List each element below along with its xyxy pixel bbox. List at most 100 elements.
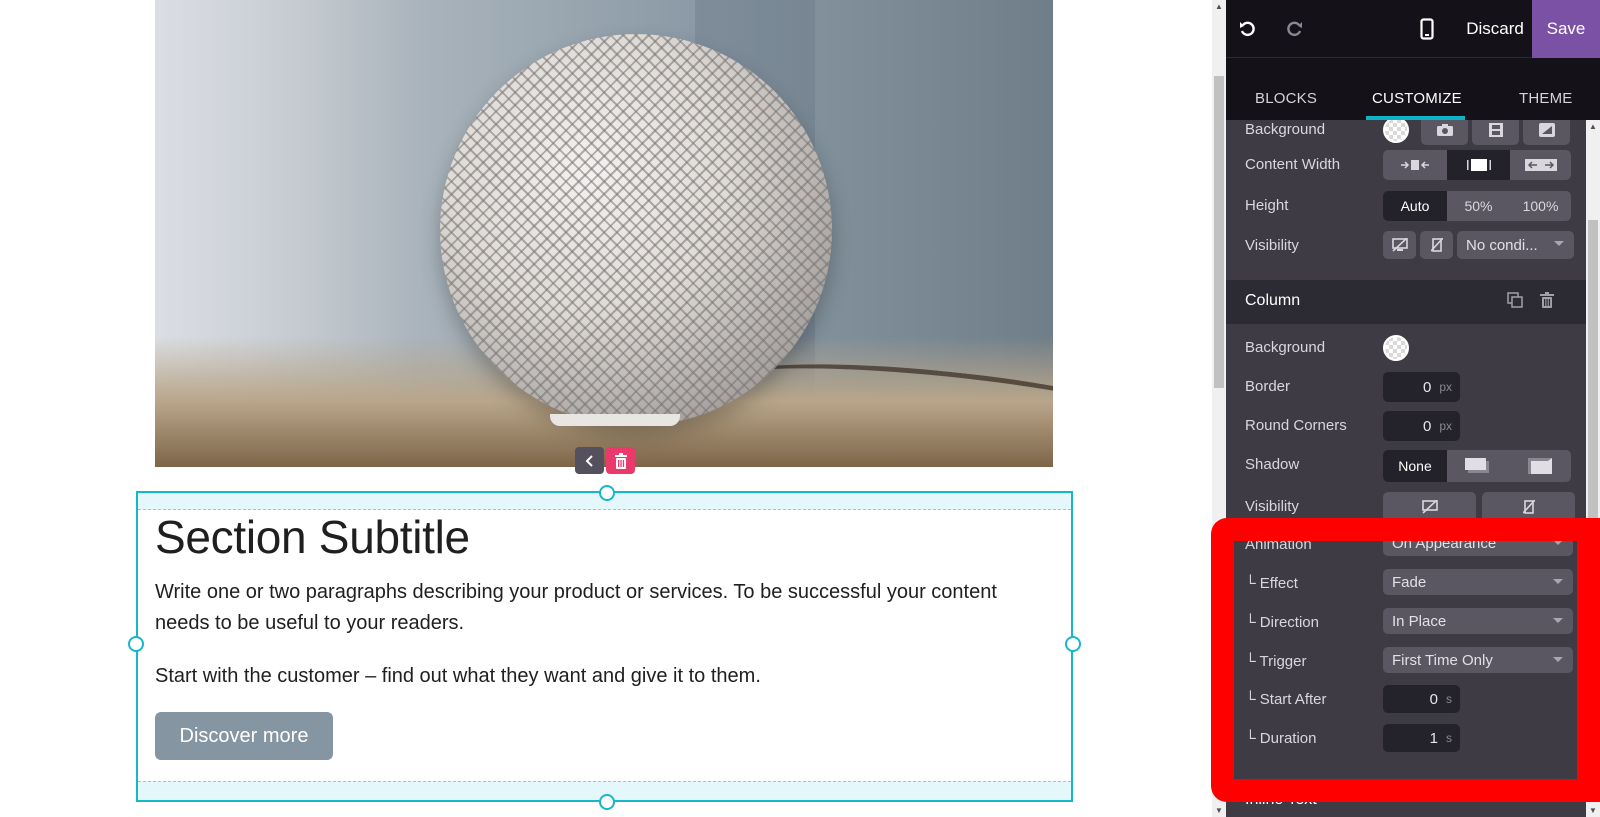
option-label: Animation	[1245, 536, 1312, 553]
panel-tabs: BLOCKS CUSTOMIZE THEME	[1226, 58, 1600, 120]
option-label: └ Duration	[1245, 730, 1317, 747]
tab-theme[interactable]: THEME	[1519, 90, 1573, 107]
delete-column-button[interactable]	[1540, 292, 1554, 313]
section-title[interactable]: Section Subtitle	[155, 510, 470, 564]
section-paragraph-1[interactable]: Write one or two paragraphs describing y…	[155, 577, 1035, 639]
input-unit: s	[1446, 692, 1452, 706]
resize-handle-right[interactable]	[1065, 636, 1081, 652]
options-list: Background Content Width Height Auto 50%…	[1226, 120, 1586, 817]
hide-desktop-button[interactable]	[1383, 231, 1416, 259]
option-label: Shadow	[1245, 456, 1300, 473]
chevron-left-icon	[585, 454, 593, 467]
option-duration: └ Duration 1 s	[1226, 722, 1586, 756]
page-scrollbar[interactable]: ▲ ▼	[1212, 0, 1226, 817]
page-scrollbar-thumb[interactable]	[1214, 76, 1224, 388]
option-direction: └ Direction In Place	[1226, 606, 1586, 640]
option-label: Background	[1245, 121, 1326, 138]
scroll-down-arrow-icon[interactable]: ▼	[1215, 806, 1223, 815]
resize-handle-top[interactable]	[599, 485, 615, 501]
column-color-swatch[interactable]	[1383, 335, 1409, 361]
mobile-hidden-icon	[1522, 500, 1535, 514]
column-title: Column	[1245, 292, 1301, 309]
option-label: └ Effect	[1245, 575, 1298, 592]
height-auto-option[interactable]: Auto	[1383, 191, 1447, 221]
editor-topbar: Discard Save	[1226, 0, 1600, 58]
background-image-button[interactable]	[1421, 120, 1468, 145]
shadow-toggle: None	[1383, 450, 1571, 482]
shadow-none-option[interactable]: None	[1383, 450, 1447, 482]
duration-input[interactable]: 1 s	[1383, 724, 1460, 752]
background-gradient-button[interactable]	[1523, 120, 1570, 145]
background-color-swatch[interactable]	[1383, 120, 1409, 143]
border-width-input[interactable]: 0 px	[1383, 372, 1460, 402]
column-hide-desktop-button[interactable]	[1383, 492, 1476, 522]
option-shadow: Shadow None	[1226, 448, 1586, 482]
tab-blocks[interactable]: BLOCKS	[1255, 90, 1317, 107]
column-hide-mobile-button[interactable]	[1482, 492, 1575, 522]
start-after-input[interactable]: 0 s	[1383, 685, 1460, 713]
background-video-button[interactable]	[1472, 120, 1519, 145]
caret-down-icon	[1553, 540, 1563, 545]
content-width-toggle	[1383, 150, 1571, 180]
visibility-condition-select[interactable]: No condi...	[1457, 231, 1574, 259]
option-column-visibility: Visibility	[1226, 490, 1586, 524]
animation-select[interactable]: On Appearance	[1383, 530, 1573, 556]
option-label: Background	[1245, 339, 1326, 356]
width-regular-option[interactable]	[1447, 150, 1510, 180]
undo-button[interactable]	[1233, 14, 1263, 44]
save-button[interactable]: Save	[1532, 0, 1600, 58]
option-label: └ Start After	[1245, 691, 1327, 708]
option-effect: └ Effect Fade	[1226, 567, 1586, 601]
round-corners-input[interactable]: 0 px	[1383, 411, 1460, 441]
tab-customize[interactable]: CUSTOMIZE	[1372, 90, 1462, 107]
panel-scrollbar-thumb[interactable]	[1588, 220, 1598, 605]
mobile-preview-button[interactable]	[1412, 14, 1442, 44]
option-label: └ Trigger	[1245, 653, 1307, 670]
effect-select[interactable]: Fade	[1383, 569, 1573, 595]
move-left-button[interactable]	[575, 447, 604, 474]
caret-down-icon	[1553, 618, 1563, 623]
direction-select[interactable]: In Place	[1383, 608, 1573, 634]
camera-icon	[1436, 124, 1453, 136]
shadow-inset-option[interactable]	[1509, 450, 1571, 482]
height-50-option[interactable]: 50%	[1447, 191, 1510, 221]
image-speaker	[440, 34, 832, 426]
select-value: In Place	[1392, 612, 1447, 630]
panel-scrollbar[interactable]: ▲ ▼	[1586, 120, 1600, 817]
input-unit: px	[1439, 419, 1452, 433]
column-visibility-controls	[1383, 492, 1575, 522]
input-value: 0	[1422, 378, 1432, 396]
editor-panel: Discard Save BLOCKS CUSTOMIZE THEME Back…	[1226, 0, 1600, 817]
option-label: Border	[1245, 378, 1291, 395]
option-label: Content Width	[1245, 156, 1341, 173]
redo-icon	[1287, 21, 1302, 37]
option-section-background: Background	[1226, 120, 1586, 147]
caret-down-icon	[1553, 579, 1563, 584]
duplicate-icon	[1507, 292, 1523, 308]
inline-text-section-header[interactable]: Inline Text	[1245, 791, 1317, 809]
hide-mobile-button[interactable]	[1420, 231, 1453, 259]
option-start-after: └ Start After 0 s	[1226, 683, 1586, 717]
trigger-select[interactable]: First Time Only	[1383, 647, 1573, 673]
image-toolbar	[575, 447, 635, 474]
hero-image[interactable]	[155, 0, 1053, 467]
scroll-down-arrow-icon[interactable]: ▼	[1589, 806, 1597, 815]
scroll-up-arrow-icon[interactable]: ▲	[1589, 122, 1597, 131]
section-paragraph-2[interactable]: Start with the customer – find out what …	[155, 661, 1035, 692]
mobile-hidden-icon	[1430, 238, 1443, 252]
desktop-hidden-icon	[1421, 500, 1438, 514]
shadow-outset-option[interactable]	[1447, 450, 1509, 482]
discover-more-button[interactable]: Discover more	[155, 712, 333, 760]
scroll-up-arrow-icon[interactable]: ▲	[1215, 2, 1223, 11]
width-full-option[interactable]	[1510, 150, 1571, 180]
expand-icon	[1524, 159, 1557, 171]
duplicate-column-button[interactable]	[1507, 292, 1523, 313]
resize-handle-left[interactable]	[128, 636, 144, 652]
resize-handle-bottom[interactable]	[599, 794, 615, 810]
discard-button[interactable]: Discard	[1460, 0, 1530, 58]
width-small-option[interactable]	[1383, 150, 1447, 180]
redo-button[interactable]	[1279, 14, 1309, 44]
height-100-option[interactable]: 100%	[1510, 191, 1571, 221]
option-height: Height Auto 50% 100%	[1226, 189, 1586, 223]
delete-image-button[interactable]	[606, 447, 635, 474]
